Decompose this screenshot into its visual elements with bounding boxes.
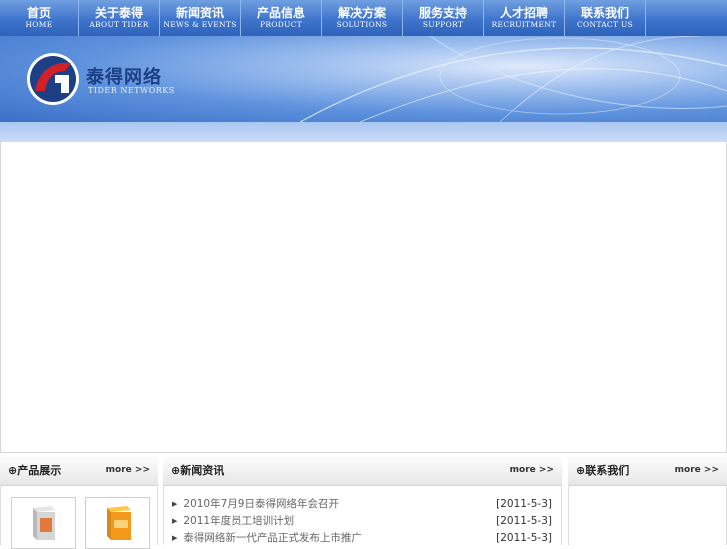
top-nav: 首页 HOME 关于泰得 ABOUT TIDER 新闻资讯 NEWS & EVE… <box>0 0 727 36</box>
nav-label: 服务支持 <box>418 5 467 20</box>
nav-home[interactable]: 首页 HOME <box>0 0 79 36</box>
contact-section-header: ⊕联系我们 more >> <box>568 454 727 486</box>
news-list: ▶ 2010年7月9日泰得网络年会召开 [2011-5-3] ▶ 2011年度员… <box>172 495 552 546</box>
nav-sublabel: NEWS & EVENTS <box>163 19 237 29</box>
nav-sublabel: RECRUITMENT <box>491 19 557 29</box>
nav-about[interactable]: 关于泰得 ABOUT TIDER <box>79 0 160 36</box>
nav-sublabel: HOME <box>25 19 53 29</box>
nav-recruitment[interactable]: 人才招聘 RECRUITMENT <box>484 0 565 36</box>
nav-label: 联系我们 <box>580 5 629 20</box>
nav-label: 解决方案 <box>337 5 386 20</box>
nav-product[interactable]: 产品信息 PRODUCT <box>241 0 322 36</box>
nav-contact[interactable]: 联系我们 CONTACT US <box>565 0 646 36</box>
hero-flash-area <box>0 142 727 453</box>
product-box-icon <box>33 506 55 540</box>
news-title: 2011年度员工培训计划 <box>183 515 295 527</box>
nav-news[interactable]: 新闻资讯 NEWS & EVENTS <box>160 0 241 36</box>
product-thumbnail[interactable] <box>85 497 150 549</box>
banner-strip <box>0 122 727 142</box>
news-date: [2011-5-3] <box>496 531 552 544</box>
product-box-icon <box>107 506 131 540</box>
nav-sublabel: ABOUT TIDER <box>89 19 149 29</box>
list-item: ▶ 2010年7月9日泰得网络年会召开 [2011-5-3] <box>172 495 552 512</box>
nav-label: 人才招聘 <box>499 5 548 20</box>
list-item: ▶ 泰得网络新一代产品正式发布上市推广 [2011-5-3] <box>172 529 552 546</box>
nav-label: 关于泰得 <box>94 5 143 20</box>
triangle-right-icon: ▶ <box>172 533 178 542</box>
header-banner: 泰得网络 TIDER NETWORKS <box>0 36 727 122</box>
nav-sublabel: SUPPORT <box>422 19 464 29</box>
product-thumbnail[interactable] <box>11 497 76 549</box>
nav-label: 产品信息 <box>256 5 305 20</box>
nav-support[interactable]: 服务支持 SUPPORT <box>403 0 484 36</box>
triangle-right-icon: ▶ <box>172 516 178 525</box>
product-section-header: ⊕产品展示 more >> <box>0 454 158 486</box>
news-section-header: ⊕新闻资讯 more >> <box>163 454 562 486</box>
product-section-body <box>0 486 158 549</box>
section-title: ⊕产品展示 <box>8 463 62 477</box>
news-date: [2011-5-3] <box>496 514 552 527</box>
list-item: ▶ 2011年度员工培训计划 [2011-5-3] <box>172 512 552 529</box>
triangle-right-icon: ▶ <box>172 499 178 508</box>
nav-sublabel: PRODUCT <box>259 19 303 29</box>
nav-sublabel: SOLUTIONS <box>336 19 388 29</box>
section-title: ⊕联系我们 <box>576 463 630 477</box>
logo-subtext: TIDER NETWORKS <box>88 86 175 95</box>
news-date: [2011-5-3] <box>496 497 552 510</box>
nav-sublabel: CONTACT US <box>576 19 634 29</box>
news-link[interactable]: ▶ 2011年度员工培训计划 <box>172 513 294 528</box>
news-title: 泰得网络新一代产品正式发布上市推广 <box>183 532 362 544</box>
news-title: 2010年7月9日泰得网络年会召开 <box>183 498 339 510</box>
section-title: ⊕新闻资讯 <box>171 463 225 477</box>
more-link[interactable]: more >> <box>510 465 554 475</box>
news-section-body: ▶ 2010年7月9日泰得网络年会召开 [2011-5-3] ▶ 2011年度员… <box>163 486 562 545</box>
nav-label: 新闻资讯 <box>175 5 224 20</box>
nav-label: 首页 <box>26 5 51 20</box>
more-link[interactable]: more >> <box>106 465 150 475</box>
nav-solutions[interactable]: 解决方案 SOLUTIONS <box>322 0 403 36</box>
news-link[interactable]: ▶ 泰得网络新一代产品正式发布上市推广 <box>172 530 362 545</box>
more-link[interactable]: more >> <box>675 465 719 475</box>
news-link[interactable]: ▶ 2010年7月9日泰得网络年会召开 <box>172 496 339 511</box>
logo-icon <box>27 53 79 105</box>
contact-section-body <box>568 486 727 545</box>
